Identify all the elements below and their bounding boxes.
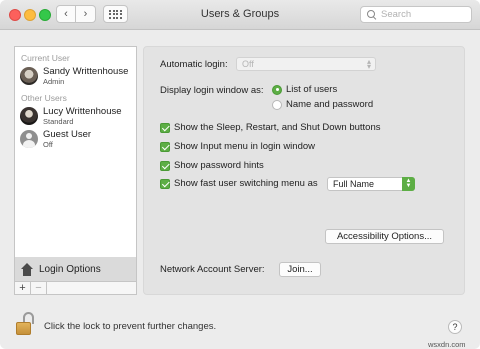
checkbox-checked-icon xyxy=(160,160,170,171)
fast-switch-value: Full Name xyxy=(333,179,375,189)
automatic-login-popup[interactable]: Off ▴ ▾ xyxy=(236,57,376,71)
checkbox-fast-user-switching[interactable]: Show fast user switching menu as xyxy=(160,178,318,189)
checkbox-checked-icon xyxy=(160,141,170,152)
login-options-panel: Automatic login: Off ▴ ▾ Display login wi… xyxy=(143,46,465,295)
watermark: wsxdn.com xyxy=(428,340,466,349)
add-remove-bar: + − xyxy=(15,281,136,294)
user-photo-avatar xyxy=(20,67,38,85)
user-name: Sandy Writtenhouse xyxy=(43,65,129,77)
user-role: Off xyxy=(43,139,53,149)
current-user-header: Current User xyxy=(21,53,70,63)
user-role: Standard xyxy=(43,116,74,126)
users-groups-window: ‹ › Users & Groups Current User Sandy Wr… xyxy=(0,0,480,349)
fast-switch-popup[interactable]: Full Name ▲ ▼ xyxy=(327,177,415,191)
updown-chevron-icon: ▲ ▼ xyxy=(402,177,415,191)
radio-name-and-password[interactable]: Name and password xyxy=(272,99,373,110)
radio-list-of-users[interactable]: List of users xyxy=(272,84,337,95)
join-button[interactable]: Join... xyxy=(279,262,321,277)
other-users-header: Other Users xyxy=(21,93,67,103)
updown-chevron-icon: ▴ ▾ xyxy=(366,57,371,71)
search-icon xyxy=(367,10,376,19)
network-account-server-label: Network Account Server: xyxy=(160,264,265,275)
display-login-label: Display login window as: xyxy=(160,85,264,96)
login-options-item[interactable]: Login Options xyxy=(15,257,136,281)
user-role: Admin xyxy=(43,76,65,86)
guest-silhouette-icon xyxy=(20,130,38,148)
help-button[interactable]: ? xyxy=(448,320,462,334)
automatic-login-label: Automatic login: xyxy=(160,59,228,70)
search-input[interactable] xyxy=(381,9,461,20)
checkbox-password-hints[interactable]: Show password hints xyxy=(160,160,264,171)
checkbox-label: Show Input menu in login window xyxy=(174,141,316,152)
checkbox-checked-icon xyxy=(160,178,170,189)
users-list: Current User Sandy Writtenhouse Admin Ot… xyxy=(14,46,137,295)
user-photo-avatar xyxy=(20,107,38,125)
checkbox-label: Show password hints xyxy=(174,160,264,171)
add-user-button[interactable]: + xyxy=(15,282,31,294)
lock-status-text: Click the lock to prevent further change… xyxy=(44,321,217,332)
titlebar: ‹ › Users & Groups xyxy=(0,0,480,30)
accessibility-options-button[interactable]: Accessibility Options... xyxy=(325,229,444,244)
checkbox-checked-icon xyxy=(160,122,170,133)
user-name: Lucy Writtenhouse xyxy=(43,105,122,117)
user-item-lucy[interactable]: Lucy Writtenhouse Standard xyxy=(20,105,135,127)
user-item-sandy[interactable]: Sandy Writtenhouse Admin xyxy=(20,65,135,87)
login-options-label: Login Options xyxy=(39,263,101,275)
automatic-login-value: Off xyxy=(242,59,254,69)
checkbox-input-menu[interactable]: Show Input menu in login window xyxy=(160,141,315,152)
user-item-guest[interactable]: Guest User Off xyxy=(20,128,135,150)
house-icon xyxy=(20,262,34,276)
search-field[interactable] xyxy=(360,6,472,23)
remove-user-button[interactable]: − xyxy=(31,282,47,294)
radio-list-label: List of users xyxy=(286,84,338,95)
user-name: Guest User xyxy=(43,128,92,140)
radio-selected-icon xyxy=(272,84,282,95)
checkbox-label: Show the Sleep, Restart, and Shut Down b… xyxy=(174,122,381,133)
lock-icon[interactable] xyxy=(16,312,35,336)
radio-name-label: Name and password xyxy=(286,99,374,110)
checkbox-label: Show fast user switching menu as xyxy=(174,178,318,189)
checkbox-sleep-restart-shutdown[interactable]: Show the Sleep, Restart, and Shut Down b… xyxy=(160,122,381,133)
radio-unselected-icon xyxy=(272,99,282,110)
